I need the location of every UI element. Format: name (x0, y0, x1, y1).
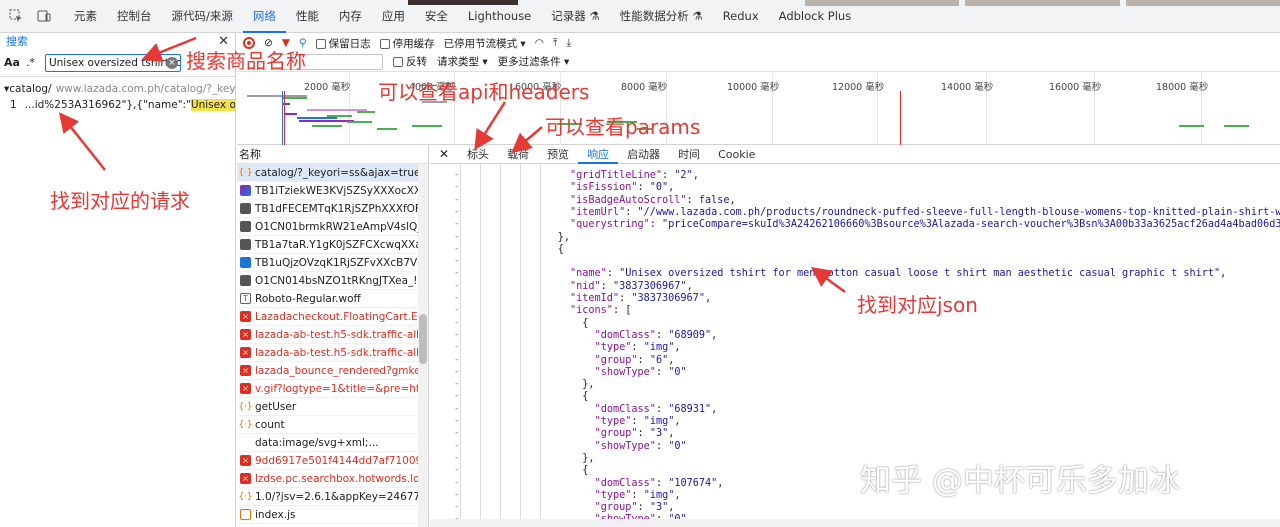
annotation-arrows (58, 36, 846, 294)
arrow-to-request (58, 112, 106, 171)
watermark: 知乎 @中杯可乐多加冰 (860, 463, 1180, 499)
arrow-to-json (810, 267, 846, 294)
arrow-to-search-input (141, 36, 197, 62)
arrow-to-headers-tab (474, 101, 507, 151)
arrow-to-payload-tab (511, 126, 543, 154)
